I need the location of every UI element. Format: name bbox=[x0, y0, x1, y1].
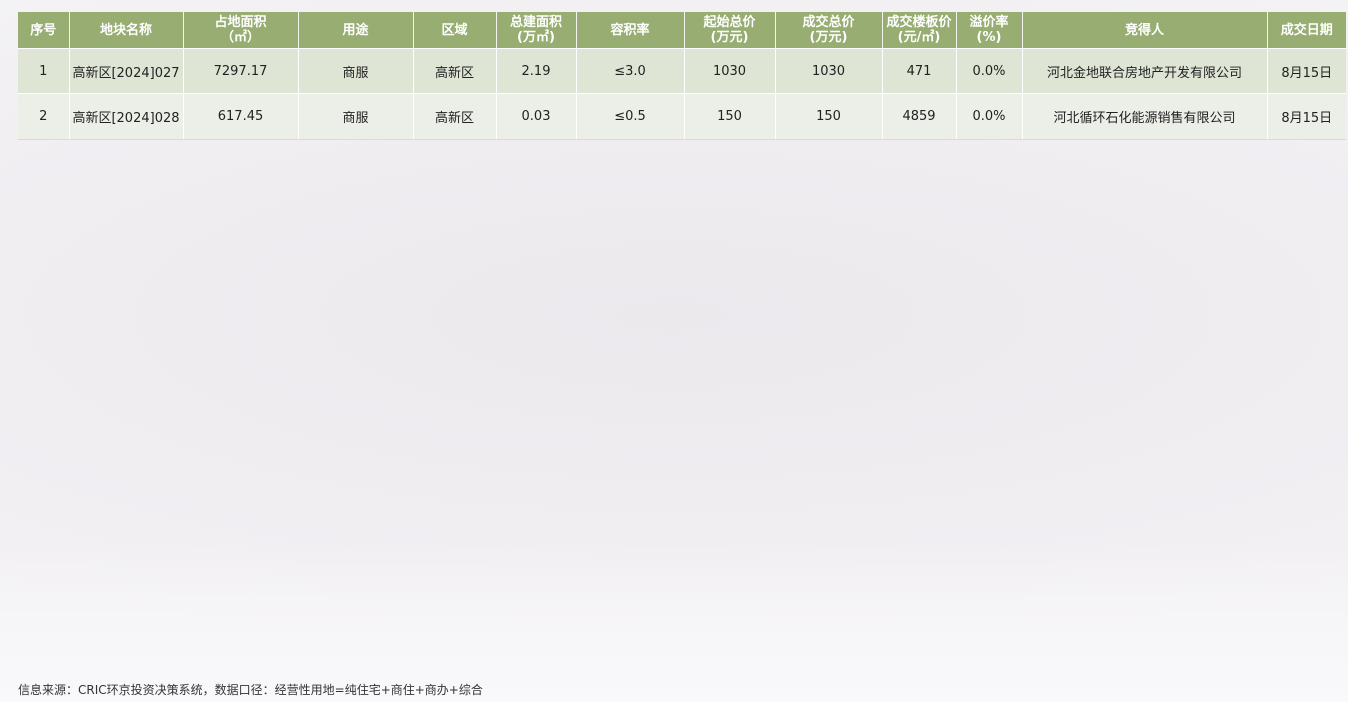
header-parcel-name: 地块名称 bbox=[69, 12, 184, 49]
land-transaction-table: 序号 地块名称 占地面积 （㎡） 用途 区域 总建面积 (万㎡) 容积率 起始总价(… bbox=[18, 12, 1346, 140]
cell-floor-price: 4859 bbox=[882, 93, 957, 140]
cell-district: 高新区 bbox=[413, 93, 497, 140]
header-starting-price: 起始总价 (万元) bbox=[684, 12, 776, 49]
header-total-floor-area: 总建面积 (万㎡) bbox=[496, 12, 577, 49]
cell-deal-date: 8月15日 bbox=[1267, 93, 1346, 140]
header-plot-ratio: 容积率 bbox=[576, 12, 685, 49]
cell-starting-price: 1030 bbox=[684, 48, 776, 94]
source-note: 信息来源：CRIC环京投资决策系统，数据口径：经营性用地=纯住宅+商住+商办+综… bbox=[18, 683, 483, 697]
cell-total-floor-area: 2.19 bbox=[496, 48, 577, 94]
header-floor-price: 成交楼板价 (元/㎡) bbox=[882, 12, 957, 49]
cell-parcel-name: 高新区[2024]027 bbox=[69, 48, 184, 94]
cell-winner: 河北循环石化能源销售有限公司 bbox=[1022, 93, 1268, 140]
header-land-area: 占地面积 （㎡） bbox=[183, 12, 299, 49]
cell-usage: 商服 bbox=[298, 93, 414, 140]
header-deal-date: 成交日期 bbox=[1267, 12, 1346, 49]
header-index: 序号 bbox=[18, 12, 70, 49]
cell-starting-price: 150 bbox=[684, 93, 776, 140]
cell-plot-ratio: ≤0.5 bbox=[576, 93, 685, 140]
header-winner: 竞得人 bbox=[1022, 12, 1268, 49]
cell-floor-price: 471 bbox=[882, 48, 957, 94]
header-deal-price: 成交总价 (万元) bbox=[775, 12, 883, 49]
cell-premium-rate: 0.0% bbox=[956, 48, 1023, 94]
cell-deal-date: 8月15日 bbox=[1267, 48, 1346, 94]
cell-plot-ratio: ≤3.0 bbox=[576, 48, 685, 94]
cell-premium-rate: 0.0% bbox=[956, 93, 1023, 140]
table-row: 2 高新区[2024]028 617.45 商服 高新区 0.03 ≤0.5 1… bbox=[18, 93, 1346, 140]
cell-land-area: 617.45 bbox=[183, 93, 299, 140]
cell-deal-price: 150 bbox=[775, 93, 883, 140]
cell-winner: 河北金地联合房地产开发有限公司 bbox=[1022, 48, 1268, 94]
header-premium-rate: 溢价率 (%) bbox=[956, 12, 1023, 49]
cell-parcel-name: 高新区[2024]028 bbox=[69, 93, 184, 140]
background-floor bbox=[0, 542, 1348, 702]
table-header-row: 序号 地块名称 占地面积 （㎡） 用途 区域 总建面积 (万㎡) 容积率 起始总价(… bbox=[18, 12, 1346, 49]
cell-index: 1 bbox=[18, 48, 70, 94]
cell-district: 高新区 bbox=[413, 48, 497, 94]
header-district: 区域 bbox=[413, 12, 497, 49]
cell-land-area: 7297.17 bbox=[183, 48, 299, 94]
cell-index: 2 bbox=[18, 93, 70, 140]
cell-deal-price: 1030 bbox=[775, 48, 883, 94]
table-row: 1 高新区[2024]027 7297.17 商服 高新区 2.19 ≤3.0 … bbox=[18, 48, 1346, 94]
header-usage: 用途 bbox=[298, 12, 414, 49]
cell-total-floor-area: 0.03 bbox=[496, 93, 577, 140]
cell-usage: 商服 bbox=[298, 48, 414, 94]
